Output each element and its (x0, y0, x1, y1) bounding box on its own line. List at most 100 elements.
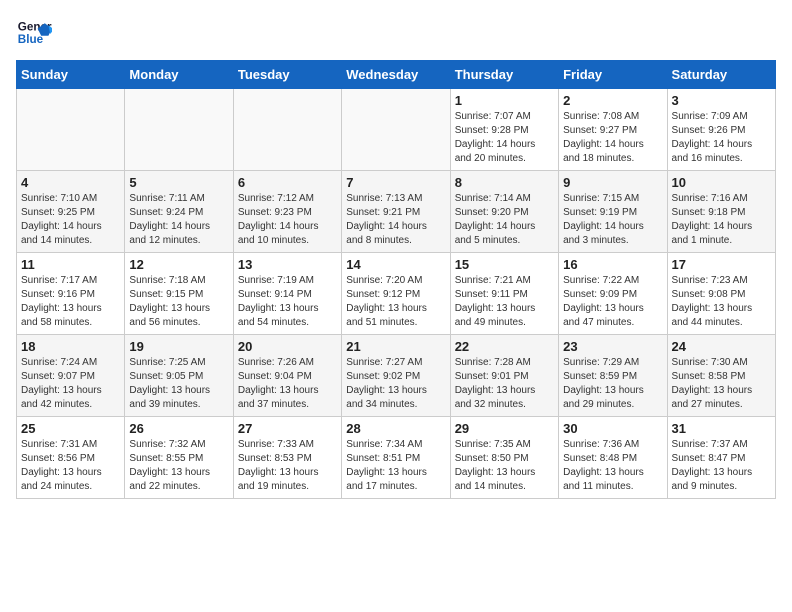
day-cell: 15 Sunrise: 7:21 AM Sunset: 9:11 PM Dayli… (450, 253, 558, 335)
day-cell: 16 Sunrise: 7:22 AM Sunset: 9:09 PM Dayli… (559, 253, 667, 335)
day-number: 7 (346, 175, 445, 190)
day-cell: 13 Sunrise: 7:19 AM Sunset: 9:14 PM Dayli… (233, 253, 341, 335)
day-number: 9 (563, 175, 662, 190)
day-info: Sunrise: 7:10 AM Sunset: 9:25 PM Dayligh… (21, 192, 120, 248)
day-cell (342, 89, 450, 171)
day-info: Sunrise: 7:37 AM Sunset: 8:47 PM Dayligh… (672, 438, 771, 494)
day-info: Sunrise: 7:30 AM Sunset: 8:58 PM Dayligh… (672, 356, 771, 412)
day-cell: 14Sunrise: 7:20 AM Sunset: 9:12 PM Dayli… (342, 253, 450, 335)
weekday-header-wednesday: Wednesday (342, 61, 450, 89)
day-number: 17 (672, 257, 771, 272)
day-cell: 9 Sunrise: 7:15 AM Sunset: 9:19 PM Daylig… (559, 171, 667, 253)
day-info: Sunrise: 7:21 AM Sunset: 9:11 PM Dayligh… (455, 274, 554, 330)
day-cell: 26 Sunrise: 7:32 AM Sunset: 8:55 PM Dayli… (125, 417, 233, 499)
week-row-5: 25 Sunrise: 7:31 AM Sunset: 8:56 PM Dayli… (17, 417, 776, 499)
day-number: 14 (346, 257, 445, 272)
day-number: 29 (455, 421, 554, 436)
day-number: 2 (563, 93, 662, 108)
day-info: Sunrise: 7:29 AM Sunset: 8:59 PM Dayligh… (563, 356, 662, 412)
day-cell: 29Sunrise: 7:35 AM Sunset: 8:50 PM Dayli… (450, 417, 558, 499)
day-cell: 22Sunrise: 7:28 AM Sunset: 9:01 PM Dayli… (450, 335, 558, 417)
weekday-header-thursday: Thursday (450, 61, 558, 89)
week-row-2: 4 Sunrise: 7:10 AM Sunset: 9:25 PM Daylig… (17, 171, 776, 253)
day-cell: 21Sunrise: 7:27 AM Sunset: 9:02 PM Dayli… (342, 335, 450, 417)
day-info: Sunrise: 7:19 AM Sunset: 9:14 PM Dayligh… (238, 274, 337, 330)
day-number: 27 (238, 421, 337, 436)
day-info: Sunrise: 7:22 AM Sunset: 9:09 PM Dayligh… (563, 274, 662, 330)
calendar: SundayMondayTuesdayWednesdayThursdayFrid… (16, 60, 776, 499)
day-info: Sunrise: 7:18 AM Sunset: 9:15 PM Dayligh… (129, 274, 228, 330)
day-number: 10 (672, 175, 771, 190)
week-row-1: 1Sunrise: 7:07 AM Sunset: 9:28 PM Daylig… (17, 89, 776, 171)
day-number: 21 (346, 339, 445, 354)
day-info: Sunrise: 7:09 AM Sunset: 9:26 PM Dayligh… (672, 110, 771, 166)
day-info: Sunrise: 7:36 AM Sunset: 8:48 PM Dayligh… (563, 438, 662, 494)
day-cell: 17 Sunrise: 7:23 AM Sunset: 9:08 PM Dayli… (667, 253, 775, 335)
day-cell: 7Sunrise: 7:13 AM Sunset: 9:21 PM Daylig… (342, 171, 450, 253)
day-cell (125, 89, 233, 171)
day-cell: 18 Sunrise: 7:24 AM Sunset: 9:07 PM Dayli… (17, 335, 125, 417)
day-cell (233, 89, 341, 171)
logo: General Blue (16, 16, 56, 52)
day-number: 8 (455, 175, 554, 190)
day-info: Sunrise: 7:32 AM Sunset: 8:55 PM Dayligh… (129, 438, 228, 494)
day-cell: 2 Sunrise: 7:08 AM Sunset: 9:27 PM Daylig… (559, 89, 667, 171)
weekday-header-sunday: Sunday (17, 61, 125, 89)
day-cell: 27 Sunrise: 7:33 AM Sunset: 8:53 PM Dayli… (233, 417, 341, 499)
day-cell: 30 Sunrise: 7:36 AM Sunset: 8:48 PM Dayli… (559, 417, 667, 499)
day-cell: 3 Sunrise: 7:09 AM Sunset: 9:26 PM Daylig… (667, 89, 775, 171)
day-number: 30 (563, 421, 662, 436)
svg-text:Blue: Blue (18, 33, 44, 46)
page-header: General Blue (16, 16, 776, 52)
day-number: 11 (21, 257, 120, 272)
day-number: 23 (563, 339, 662, 354)
day-cell: 11 Sunrise: 7:17 AM Sunset: 9:16 PM Dayli… (17, 253, 125, 335)
day-cell: 24 Sunrise: 7:30 AM Sunset: 8:58 PM Dayli… (667, 335, 775, 417)
day-number: 19 (129, 339, 228, 354)
day-cell: 6 Sunrise: 7:12 AM Sunset: 9:23 PM Daylig… (233, 171, 341, 253)
day-number: 12 (129, 257, 228, 272)
day-info: Sunrise: 7:14 AM Sunset: 9:20 PM Dayligh… (455, 192, 554, 248)
day-info: Sunrise: 7:23 AM Sunset: 9:08 PM Dayligh… (672, 274, 771, 330)
day-number: 20 (238, 339, 337, 354)
day-number: 25 (21, 421, 120, 436)
day-number: 13 (238, 257, 337, 272)
day-info: Sunrise: 7:17 AM Sunset: 9:16 PM Dayligh… (21, 274, 120, 330)
day-info: Sunrise: 7:12 AM Sunset: 9:23 PM Dayligh… (238, 192, 337, 248)
day-info: Sunrise: 7:24 AM Sunset: 9:07 PM Dayligh… (21, 356, 120, 412)
weekday-header-tuesday: Tuesday (233, 61, 341, 89)
weekday-header-row: SundayMondayTuesdayWednesdayThursdayFrid… (17, 61, 776, 89)
day-number: 6 (238, 175, 337, 190)
day-cell: 10 Sunrise: 7:16 AM Sunset: 9:18 PM Dayli… (667, 171, 775, 253)
day-number: 4 (21, 175, 120, 190)
week-row-3: 11 Sunrise: 7:17 AM Sunset: 9:16 PM Dayli… (17, 253, 776, 335)
day-cell: 5 Sunrise: 7:11 AM Sunset: 9:24 PM Daylig… (125, 171, 233, 253)
day-info: Sunrise: 7:33 AM Sunset: 8:53 PM Dayligh… (238, 438, 337, 494)
day-info: Sunrise: 7:31 AM Sunset: 8:56 PM Dayligh… (21, 438, 120, 494)
day-number: 1 (455, 93, 554, 108)
day-cell: 19 Sunrise: 7:25 AM Sunset: 9:05 PM Dayli… (125, 335, 233, 417)
day-number: 26 (129, 421, 228, 436)
weekday-header-monday: Monday (125, 61, 233, 89)
day-number: 15 (455, 257, 554, 272)
day-cell: 23 Sunrise: 7:29 AM Sunset: 8:59 PM Dayli… (559, 335, 667, 417)
day-info: Sunrise: 7:25 AM Sunset: 9:05 PM Dayligh… (129, 356, 228, 412)
day-info: Sunrise: 7:28 AM Sunset: 9:01 PM Dayligh… (455, 356, 554, 412)
day-number: 28 (346, 421, 445, 436)
day-cell (17, 89, 125, 171)
day-cell: 25 Sunrise: 7:31 AM Sunset: 8:56 PM Dayli… (17, 417, 125, 499)
day-cell: 4 Sunrise: 7:10 AM Sunset: 9:25 PM Daylig… (17, 171, 125, 253)
day-number: 16 (563, 257, 662, 272)
day-cell: 8 Sunrise: 7:14 AM Sunset: 9:20 PM Daylig… (450, 171, 558, 253)
day-number: 3 (672, 93, 771, 108)
day-info: Sunrise: 7:08 AM Sunset: 9:27 PM Dayligh… (563, 110, 662, 166)
weekday-header-saturday: Saturday (667, 61, 775, 89)
day-info: Sunrise: 7:11 AM Sunset: 9:24 PM Dayligh… (129, 192, 228, 248)
day-cell: 12 Sunrise: 7:18 AM Sunset: 9:15 PM Dayli… (125, 253, 233, 335)
day-number: 5 (129, 175, 228, 190)
day-number: 18 (21, 339, 120, 354)
day-info: Sunrise: 7:15 AM Sunset: 9:19 PM Dayligh… (563, 192, 662, 248)
day-info: Sunrise: 7:34 AM Sunset: 8:51 PM Dayligh… (346, 438, 445, 494)
day-info: Sunrise: 7:16 AM Sunset: 9:18 PM Dayligh… (672, 192, 771, 248)
day-number: 24 (672, 339, 771, 354)
